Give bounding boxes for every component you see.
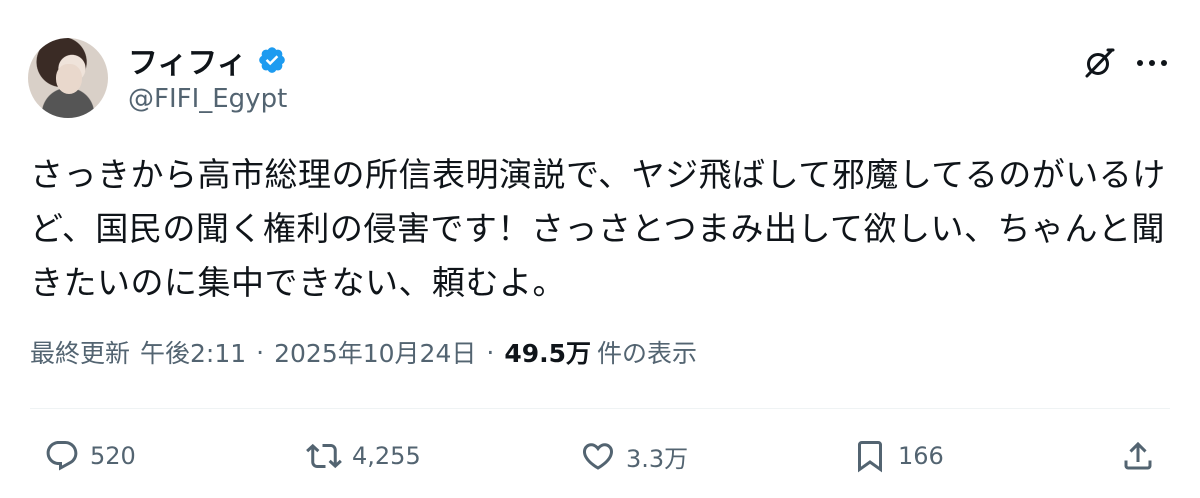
bookmark-button[interactable]: 166 [852, 438, 944, 474]
reply-count: 520 [90, 442, 136, 470]
meta-separator: · [256, 337, 265, 367]
share-icon [1124, 441, 1152, 470]
reply-icon [46, 441, 78, 471]
tweet-date[interactable]: 2025年10月24日 [274, 334, 476, 370]
divider [30, 408, 1170, 409]
meta-separator: · [486, 337, 495, 367]
more-icon[interactable] [1132, 50, 1172, 76]
views-label: 件の表示 [597, 339, 698, 368]
verified-badge-icon[interactable] [257, 45, 287, 75]
share-button[interactable] [1120, 438, 1156, 474]
display-name[interactable]: フィフィ [128, 38, 247, 82]
tweet-card: フィフィ @FIFI_Egypt さっきから高市総理の所信表明演説で、ヤジ飛ばし… [0, 0, 1200, 498]
bookmark-count: 166 [898, 442, 944, 470]
tweet-meta: 最終更新 午後2:11 · 2025年10月24日 · 49.5万 件の表示 [30, 334, 697, 370]
repost-count: 4,255 [352, 442, 421, 470]
like-count: 3.3万 [626, 444, 689, 473]
like-button[interactable]: 3.3万 [580, 438, 688, 474]
tweet-text: さっきから高市総理の所信表明演説で、ヤジ飛ばして邪魔してるのがいるけど、国民の聞… [30, 155, 1166, 302]
tweet-time[interactable]: 午後2:11 [140, 334, 246, 370]
repost-button[interactable]: 4,255 [306, 438, 421, 474]
repost-icon [306, 443, 342, 469]
view-count: 49.5万 [504, 339, 591, 368]
updated-label[interactable]: 最終更新 [30, 334, 130, 370]
grok-icon[interactable] [1082, 46, 1116, 80]
like-icon [582, 443, 614, 470]
bookmark-icon [858, 441, 882, 473]
author-name-row: フィフィ [128, 38, 287, 82]
avatar[interactable] [28, 38, 108, 118]
reply-button[interactable]: 520 [44, 438, 136, 474]
action-bar: 520 4,255 3.3万 166 [0, 430, 1200, 486]
handle[interactable]: @FIFI_Egypt [128, 84, 287, 114]
